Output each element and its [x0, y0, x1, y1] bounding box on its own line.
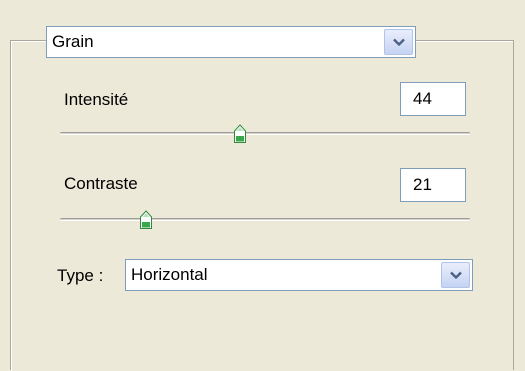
chevron-down-icon — [449, 271, 462, 279]
contraste-slider[interactable] — [60, 208, 470, 232]
contraste-label: Contraste — [64, 174, 138, 193]
intensite-slider-track — [60, 132, 470, 135]
type-select[interactable]: Horizontal — [125, 259, 473, 291]
intensite-slider[interactable] — [60, 122, 470, 146]
type-label: Type : — [57, 266, 104, 285]
intensite-field[interactable] — [400, 82, 466, 116]
effect-select[interactable]: Grain — [46, 26, 416, 58]
effect-select-value: Grain — [52, 32, 94, 51]
contraste-slider-thumb[interactable] — [139, 210, 153, 230]
effect-select-arrow-button[interactable] — [384, 29, 413, 55]
type-select-arrow-button[interactable] — [441, 262, 470, 288]
type-select-value: Horizontal — [131, 265, 208, 284]
contraste-slider-track — [60, 218, 470, 221]
chevron-down-icon — [392, 38, 405, 46]
intensite-label: Intensité — [64, 90, 129, 109]
contraste-field[interactable] — [400, 168, 466, 202]
intensite-slider-thumb[interactable] — [233, 124, 247, 144]
